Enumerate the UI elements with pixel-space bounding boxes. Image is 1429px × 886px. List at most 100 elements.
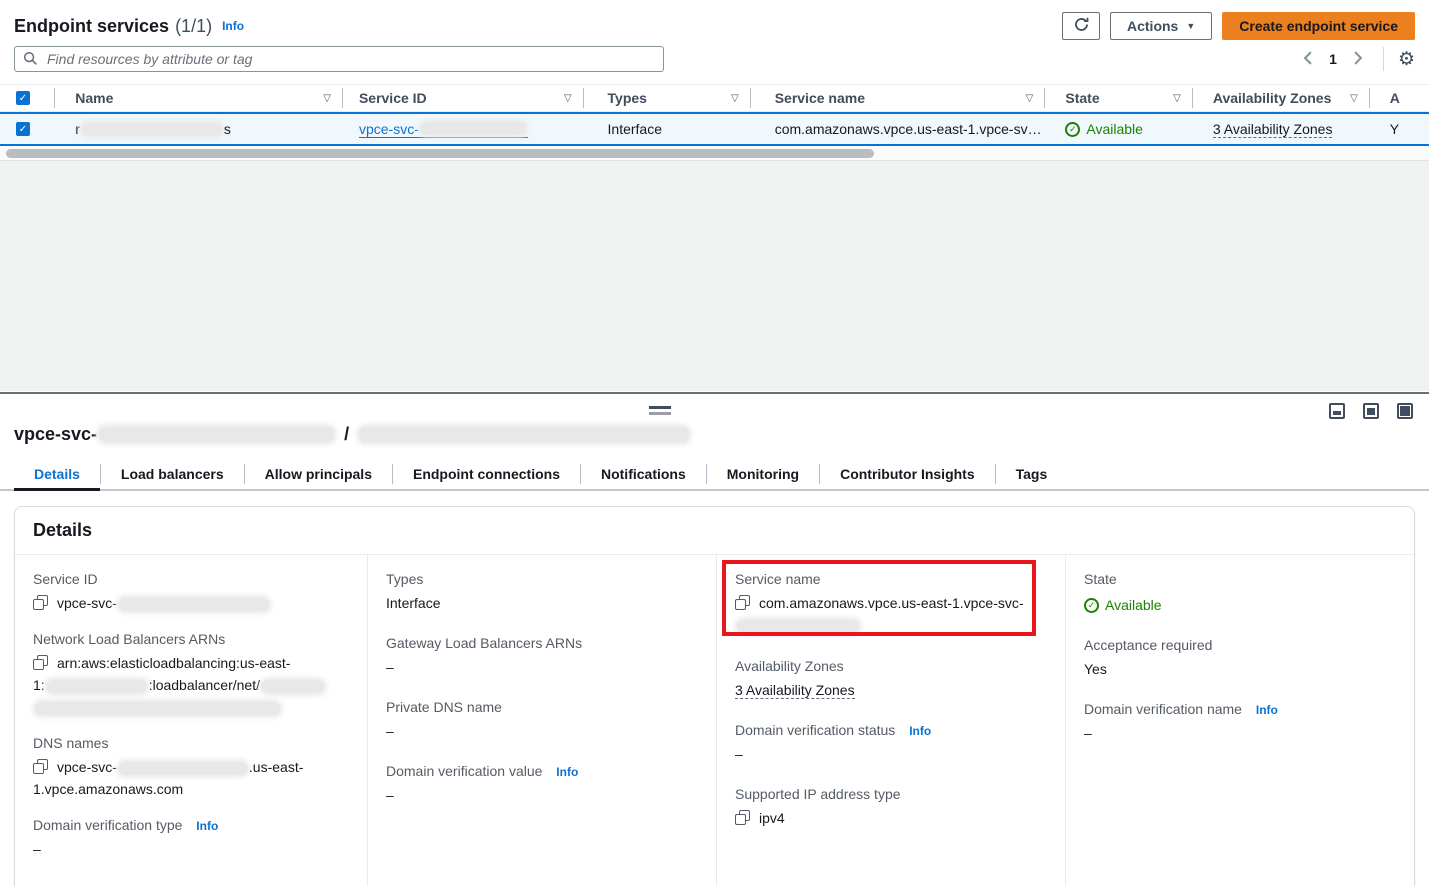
sort-icon[interactable]: ▽ <box>323 93 331 104</box>
cell-state: Available <box>1045 114 1192 144</box>
panel-size-small-button[interactable] <box>1329 403 1345 419</box>
tab-notifications[interactable]: Notifications <box>581 459 706 491</box>
refresh-icon <box>1073 16 1090 36</box>
column-header-state[interactable]: State ▽ <box>1045 85 1192 111</box>
header-info-link[interactable]: Info <box>222 19 244 33</box>
column-header-availability-zones[interactable]: Availability Zones ▽ <box>1193 85 1370 111</box>
tab-bar: Details Load balancers Allow principals … <box>0 459 1429 491</box>
actions-button[interactable]: Actions ▼ <box>1110 12 1212 40</box>
sort-icon[interactable]: ▽ <box>1350 93 1358 104</box>
column-header-service-name[interactable]: Service name ▽ <box>751 85 1046 111</box>
redacted-text <box>119 598 269 611</box>
status-badge: Available <box>1086 121 1143 137</box>
field-glb-arns: Gateway Load Balancers ARNs – <box>386 635 700 678</box>
details-column-2: Types Interface Gateway Load Balancers A… <box>368 555 717 886</box>
next-page-button[interactable] <box>1347 49 1369 70</box>
settings-gear-button[interactable]: ⚙︎ <box>1398 50 1415 69</box>
sort-icon[interactable]: ▽ <box>1173 93 1181 104</box>
split-panel-drag-handle[interactable] <box>649 406 671 415</box>
search-box <box>14 46 664 72</box>
tab-monitoring[interactable]: Monitoring <box>707 459 819 491</box>
table-row[interactable]: r s vpce-svc- Interface com.amazonaws.vp… <box>0 112 1429 146</box>
actions-button-label: Actions <box>1127 18 1178 34</box>
refresh-button[interactable] <box>1062 12 1100 40</box>
info-link[interactable]: Info <box>556 765 578 779</box>
redacted-text <box>35 702 280 715</box>
info-link[interactable]: Info <box>909 724 931 738</box>
field-supported-ip: Supported IP address type ipv4 <box>735 786 1049 829</box>
cell-name: r s <box>55 114 343 144</box>
redacted-text <box>47 680 147 693</box>
sort-icon[interactable]: ▽ <box>1026 93 1034 104</box>
field-private-dns-name: Private DNS name – <box>386 699 700 742</box>
field-nlb-arns: Network Load Balancers ARNs arn:aws:elas… <box>33 631 351 718</box>
info-link[interactable]: Info <box>196 819 218 833</box>
redacted-text <box>359 427 689 442</box>
details-card-heading: Details <box>15 507 1414 555</box>
previous-page-button[interactable] <box>1297 49 1319 70</box>
copy-icon[interactable] <box>33 595 48 610</box>
split-panel: vpce-svc- / Details Load balancers Allow… <box>0 394 1429 886</box>
field-service-id: Service ID vpce-svc- <box>33 571 351 614</box>
redacted-text <box>262 680 324 693</box>
split-panel-controls <box>1329 403 1413 419</box>
column-header-types[interactable]: Types ▽ <box>584 85 751 111</box>
endpoint-services-table: Name ▽ Service ID ▽ Types ▽ Service name… <box>0 84 1429 160</box>
check-circle-icon <box>1065 122 1080 137</box>
redacted-text <box>99 427 334 442</box>
copy-icon[interactable] <box>33 759 48 774</box>
redacted-text <box>82 123 222 136</box>
column-header-acceptance[interactable]: A <box>1370 85 1429 111</box>
horizontal-scrollbar[interactable] <box>0 146 1429 160</box>
tab-tags[interactable]: Tags <box>996 459 1068 491</box>
column-header-name[interactable]: Name ▽ <box>55 85 343 111</box>
tab-contributor-insights[interactable]: Contributor Insights <box>820 459 995 491</box>
service-id-link[interactable]: vpce-svc- <box>359 121 528 138</box>
toolbar-separator <box>1383 47 1384 71</box>
field-domain-verification-name: Domain verification name Info – <box>1084 701 1398 744</box>
chevron-right-icon <box>1353 53 1363 68</box>
redacted-text <box>421 122 526 135</box>
details-card-body: Service ID vpce-svc- Network Load Balanc… <box>15 555 1414 886</box>
field-availability-zones: Availability Zones 3 Availability Zones <box>735 658 1049 701</box>
copy-icon[interactable] <box>735 595 750 610</box>
tab-load-balancers[interactable]: Load balancers <box>101 459 244 491</box>
split-panel-title: vpce-svc- / <box>14 424 1429 445</box>
tab-allow-principals[interactable]: Allow principals <box>245 459 392 491</box>
sort-icon[interactable]: ▽ <box>731 93 739 104</box>
field-service-name: Service name com.amazonaws.vpce.us-east-… <box>735 571 1049 636</box>
column-header-service-id[interactable]: Service ID ▽ <box>343 85 584 111</box>
page-title: Endpoint services <box>14 16 169 37</box>
check-circle-icon <box>1084 598 1099 613</box>
select-all-checkbox[interactable] <box>16 91 30 105</box>
info-link[interactable]: Info <box>1256 703 1278 717</box>
field-state: State Available <box>1084 571 1398 616</box>
tab-endpoint-connections[interactable]: Endpoint connections <box>393 459 580 491</box>
availability-zones-link[interactable]: 3 Availability Zones <box>1213 121 1333 138</box>
create-endpoint-service-button[interactable]: Create endpoint service <box>1222 12 1415 40</box>
field-domain-verification-status: Domain verification status Info – <box>735 722 1049 765</box>
scrollbar-thumb[interactable] <box>6 149 874 158</box>
search-input[interactable] <box>14 46 664 72</box>
panel-size-half-button[interactable] <box>1363 403 1379 419</box>
panel-size-full-button[interactable] <box>1397 403 1413 419</box>
redacted-text <box>119 762 247 775</box>
table-header-row: Name ▽ Service ID ▽ Types ▽ Service name… <box>0 84 1429 112</box>
details-column-4: State Available Acceptance required Yes … <box>1066 555 1414 886</box>
field-types: Types Interface <box>386 571 700 614</box>
tab-details[interactable]: Details <box>14 459 100 491</box>
details-card: Details Service ID vpce-svc- Network Loa… <box>14 506 1415 886</box>
field-domain-verification-value: Domain verification value Info – <box>386 763 700 806</box>
row-checkbox[interactable] <box>16 122 30 136</box>
redacted-text <box>737 620 859 633</box>
copy-icon[interactable] <box>735 810 750 825</box>
status-badge: Available <box>1105 594 1162 616</box>
cell-service-name: com.amazonaws.vpce.us-east-1.vpce-sv… <box>751 114 1046 144</box>
caret-down-icon: ▼ <box>1186 21 1195 31</box>
cell-availability-zones: 3 Availability Zones <box>1193 114 1370 144</box>
resource-count: (1/1) <box>175 16 212 37</box>
table-toolbar: 1 ⚙︎ <box>0 40 1429 72</box>
sort-icon[interactable]: ▽ <box>564 93 572 104</box>
copy-icon[interactable] <box>33 655 48 670</box>
availability-zones-link[interactable]: 3 Availability Zones <box>735 682 855 699</box>
